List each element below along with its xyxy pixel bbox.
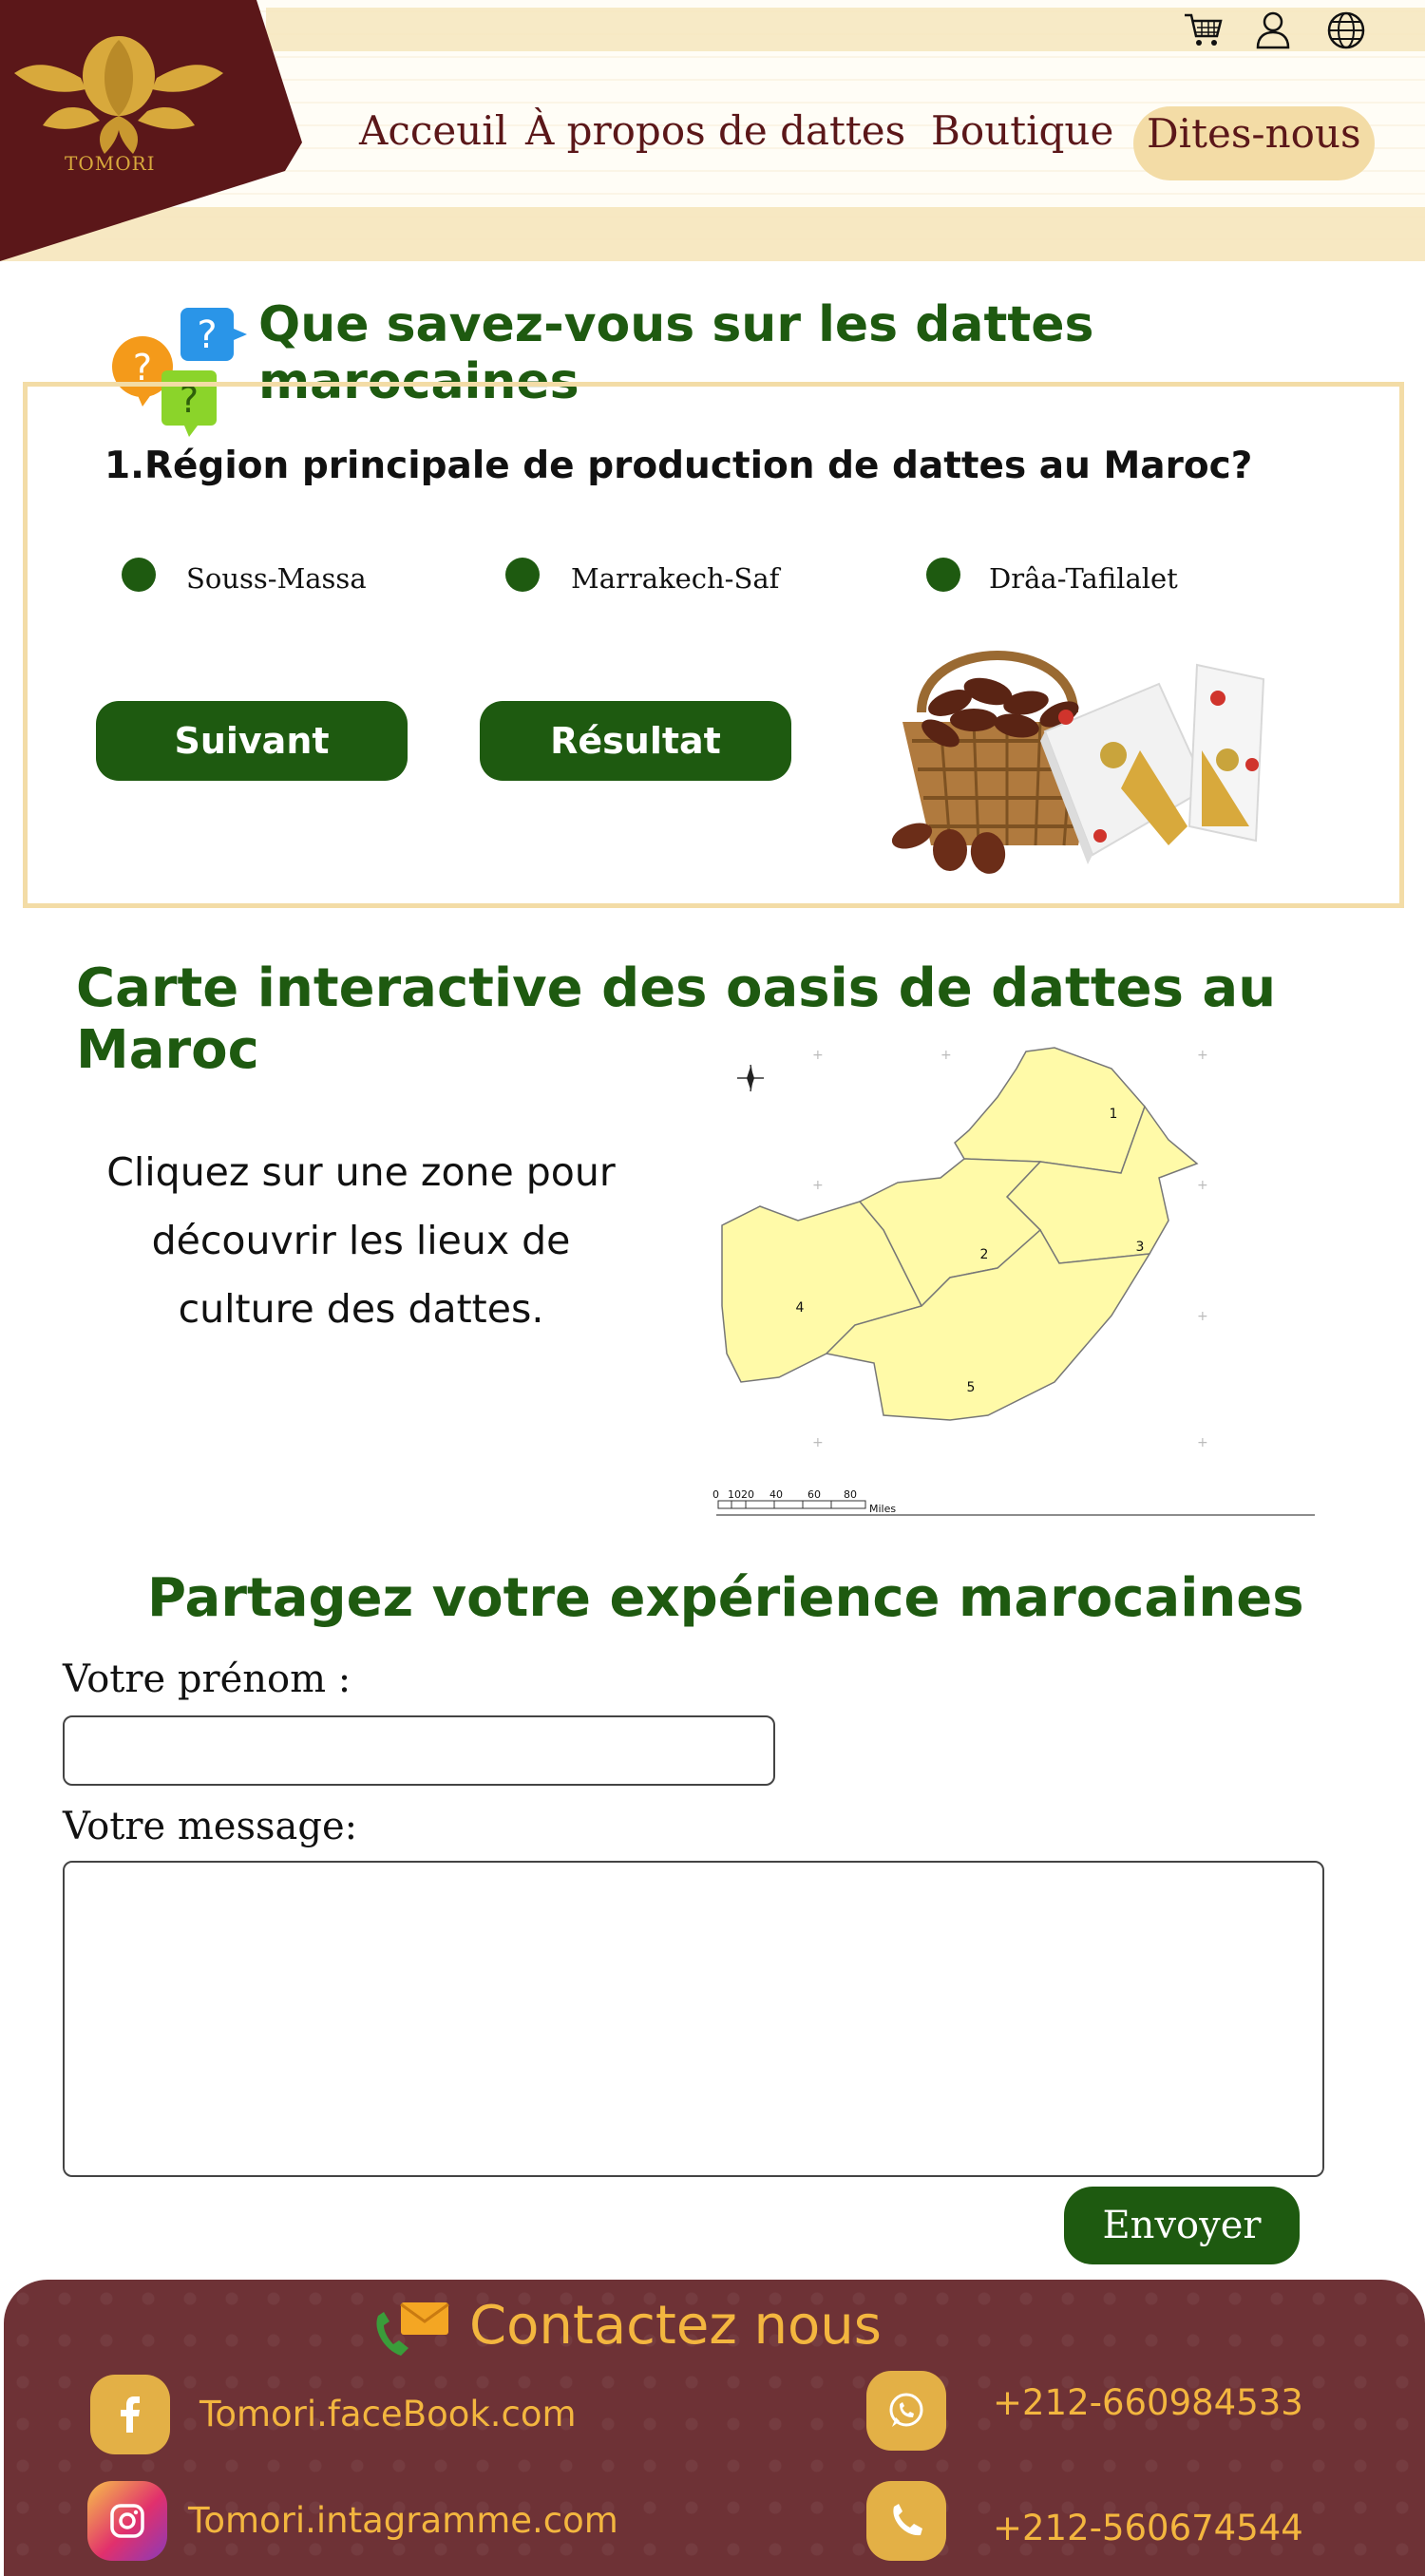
logo-date-emblem-icon (14, 36, 223, 154)
whatsapp-number[interactable]: +212-660984533 (993, 2382, 1303, 2423)
radio-marrakech-saf[interactable] (505, 558, 540, 592)
nav-accueil[interactable]: Acceuil (359, 107, 507, 154)
option-label-souss-massa[interactable]: Souss-Massa (186, 562, 367, 595)
first-name-label: Votre prénom : (63, 1657, 352, 1701)
radio-draa-tafilalet[interactable] (926, 558, 960, 592)
scale-unit: Miles (869, 1503, 896, 1515)
map-zone-label-1: 1 (1110, 1107, 1118, 1122)
whatsapp-icon[interactable] (866, 2371, 946, 2451)
globe-icon[interactable] (1325, 9, 1367, 51)
map-zone-label-5: 5 (967, 1380, 976, 1395)
instagram-link[interactable]: Tomori.intagramme.com (188, 2500, 618, 2541)
cart-icon[interactable] (1183, 9, 1225, 51)
phone-envelope-icon (376, 2302, 449, 2356)
scale-tick-20: 20 (741, 1488, 754, 1501)
share-title: Partagez votre expérience marocaines (147, 1567, 1304, 1629)
facebook-icon[interactable] (90, 2375, 170, 2454)
phone-icon[interactable] (866, 2481, 946, 2561)
contact-title: Contactez nous (469, 2295, 882, 2357)
scale-tick-40: 40 (770, 1488, 783, 1501)
result-button[interactable]: Résultat (480, 701, 791, 781)
svg-text:+: + (1197, 1048, 1208, 1063)
next-button[interactable]: Suivant (96, 701, 408, 781)
scale-tick-80: 80 (844, 1488, 857, 1501)
radio-souss-massa[interactable] (122, 558, 156, 592)
svg-text:?: ? (197, 313, 217, 357)
option-label-draa-tafilalet[interactable]: Drâa-Tafilalet (989, 562, 1178, 595)
logo-text: TOMORI (65, 152, 156, 175)
phone-number[interactable]: +212-560674544 (993, 2508, 1303, 2548)
map-zone-label-4: 4 (796, 1300, 805, 1316)
nav-a-propos[interactable]: À propos de dattes (525, 107, 905, 154)
user-icon[interactable] (1252, 9, 1294, 51)
scale-tick-10: 10 (728, 1488, 741, 1501)
header-bottom-band (0, 207, 1425, 261)
map-zone-label-2: 2 (980, 1247, 989, 1262)
first-name-input[interactable] (63, 1715, 775, 1786)
header-top-band (266, 8, 1425, 51)
svg-text:+: + (1197, 1309, 1208, 1324)
svg-text:+: + (1197, 1435, 1208, 1450)
oasis-map[interactable]: +++ ++ +++ ++ 1 2 3 4 5 0 10 20 40 60 80… (712, 1040, 1320, 1525)
send-button[interactable]: Envoyer (1064, 2187, 1300, 2264)
facebook-link[interactable]: Tomori.faceBook.com (200, 2394, 577, 2434)
nav-dites-nous[interactable]: Dites-nous (1147, 110, 1361, 157)
svg-text:+: + (940, 1048, 952, 1063)
map-zone-label-3: 3 (1136, 1240, 1145, 1255)
scale-tick-0: 0 (712, 1488, 719, 1501)
message-textarea[interactable] (63, 1861, 1324, 2177)
message-label: Votre message: (63, 1805, 358, 1848)
instagram-icon[interactable] (87, 2481, 167, 2561)
svg-text:+: + (812, 1178, 824, 1193)
dates-basket-image (891, 651, 1265, 874)
nav-boutique[interactable]: Boutique (931, 107, 1113, 154)
svg-text:+: + (812, 1435, 824, 1450)
scale-tick-60: 60 (808, 1488, 821, 1501)
quiz-question: 1.Région principale de production de dat… (104, 445, 1253, 487)
svg-text:+: + (812, 1048, 824, 1063)
map-instruction: Cliquez sur une zone pour découvrir les … (106, 1149, 616, 1332)
option-label-marrakech-saf[interactable]: Marrakech-Saf (571, 562, 779, 595)
svg-text:+: + (1197, 1178, 1208, 1193)
